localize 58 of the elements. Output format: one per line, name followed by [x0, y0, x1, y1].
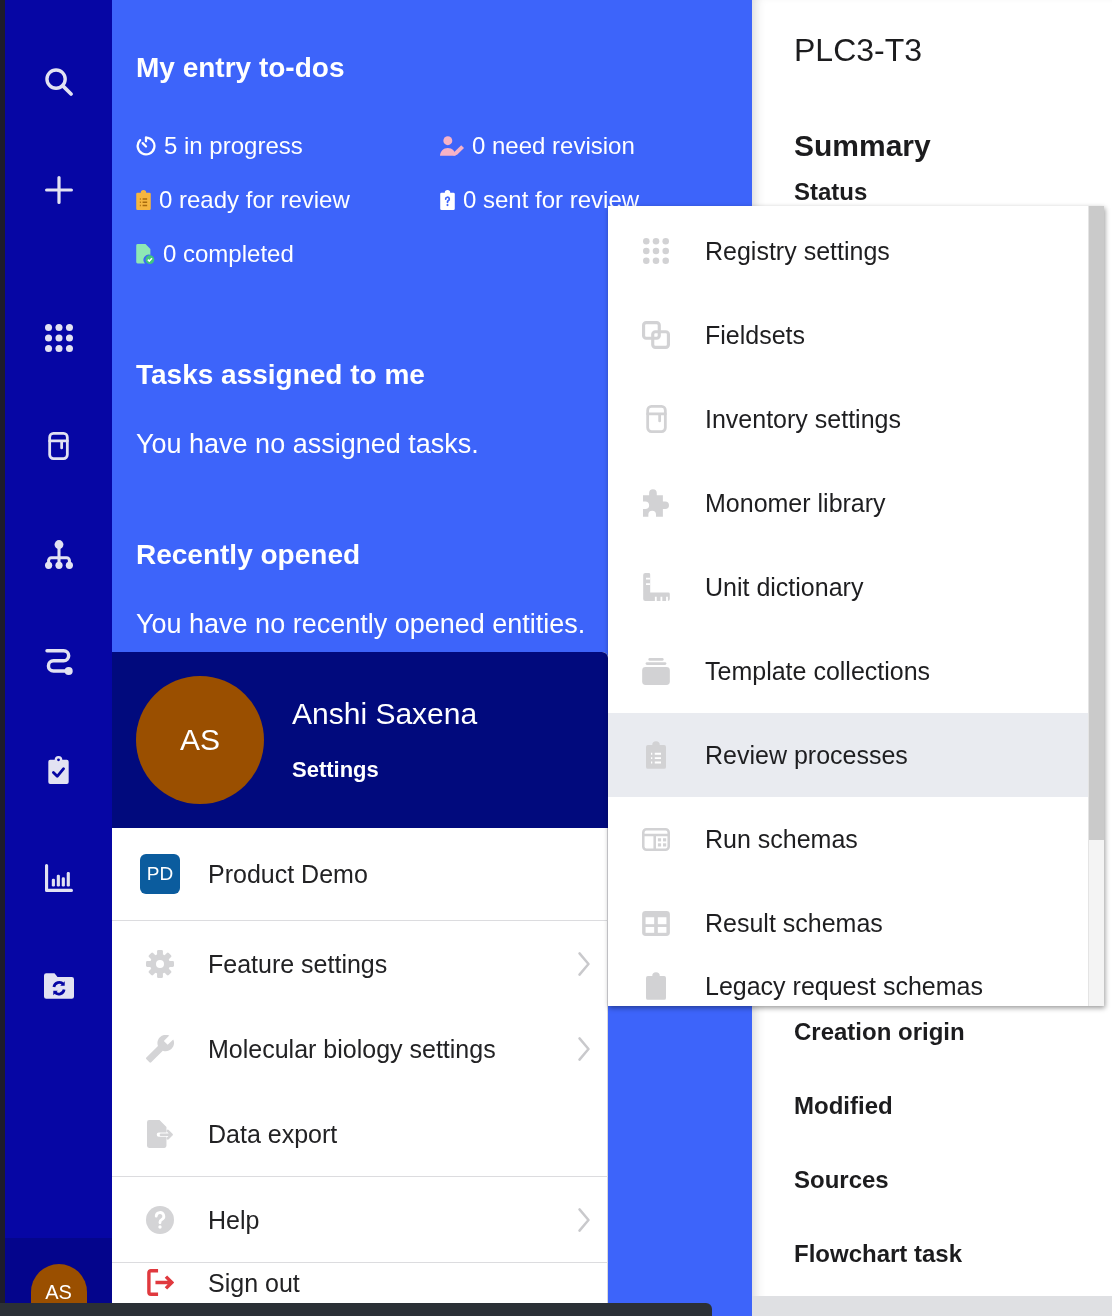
section-heading: Summary [794, 128, 931, 164]
file-export-icon [147, 1119, 173, 1148]
folder-sync-icon[interactable] [43, 973, 74, 999]
plus-icon[interactable] [44, 176, 73, 204]
todo-filter-link[interactable]: 0 ready for review [136, 186, 350, 214]
user-name: Anshi Saxena [292, 696, 478, 732]
scrollbar-thumb[interactable] [1089, 206, 1104, 840]
user-edit-icon [440, 136, 464, 156]
clipboard-check-icon[interactable] [48, 756, 69, 784]
menu-item[interactable]: PD Product Demo [112, 828, 608, 920]
file-check-icon [136, 244, 155, 264]
menu-item[interactable]: Review processes [608, 713, 1088, 797]
sign-out-icon [146, 1269, 174, 1296]
dot-grid-icon[interactable] [44, 324, 73, 352]
menu-item[interactable]: Sign out [112, 1263, 608, 1302]
field-label: Flowchart task [794, 1239, 963, 1269]
section-heading: Recently opened [136, 538, 361, 572]
help-icon [146, 1205, 174, 1234]
cabinet-icon [645, 405, 667, 433]
field-label: Status [794, 179, 868, 205]
search-icon[interactable] [44, 68, 73, 96]
ruler-icon [642, 573, 670, 601]
clipboard-icon [646, 971, 666, 1000]
schema-card-icon [642, 827, 670, 851]
menu-item[interactable]: Molecular biology settings [112, 1006, 608, 1091]
field-label: Modified [794, 1091, 893, 1121]
clipboard-list-icon [136, 190, 151, 210]
wrench-icon [146, 1034, 174, 1063]
menu-item[interactable]: Feature settings [112, 921, 608, 1006]
avatar: AS [136, 676, 264, 804]
clipboard-question-icon [440, 190, 455, 210]
puzzle-icon [643, 489, 669, 517]
bar-chart-icon[interactable] [44, 864, 73, 892]
section-heading: My entry to-dos [136, 51, 345, 85]
field-label: Creation origin [794, 1017, 965, 1047]
menu-item[interactable]: Legacy request schemas [608, 965, 1088, 1006]
todo-filter-link[interactable]: 5 in progress [136, 132, 303, 160]
settings-link[interactable]: Settings [292, 756, 379, 784]
section-heading: Tasks assigned to me [136, 358, 425, 392]
empty-message: You have no recently opened entities. [136, 608, 586, 640]
empty-message: You have no assigned tasks. [136, 428, 479, 460]
menu-item[interactable]: Data export [112, 1091, 608, 1176]
workspace-badge: PD [140, 854, 180, 894]
todo-filter-link[interactable]: 0 completed [136, 240, 294, 268]
hierarchy-icon[interactable] [44, 539, 73, 569]
avatar-button[interactable]: AS [30, 1264, 87, 1303]
menu-item[interactable]: Help [112, 1177, 608, 1262]
todo-filter-link[interactable]: 0 need revision [440, 132, 635, 160]
overlapping-squares-icon [642, 321, 670, 349]
timer-icon [136, 136, 156, 156]
clipboard-list-icon [646, 741, 666, 769]
field-label: Sources [794, 1165, 889, 1195]
entity-title: PLC3-T3 [794, 31, 923, 70]
cabinet-icon[interactable] [48, 432, 69, 460]
dot-grid-icon [643, 238, 669, 264]
table-icon [642, 910, 670, 936]
route-icon[interactable] [44, 649, 73, 675]
stack-icon [642, 657, 670, 685]
